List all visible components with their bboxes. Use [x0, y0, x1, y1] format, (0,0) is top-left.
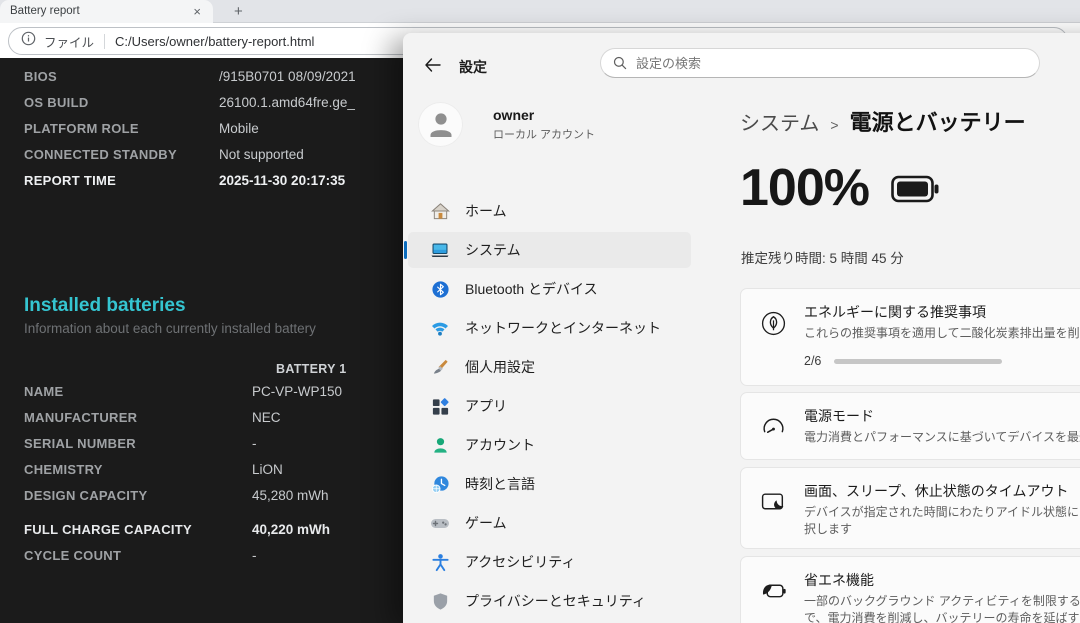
battery-percent: 100% [740, 159, 870, 217]
card-energy-saver[interactable]: 省エネ機能 一部のバックグラウンド アクティビティを制限すること で、電力消費を… [740, 556, 1080, 623]
new-tab-icon[interactable]: + [227, 2, 250, 21]
avatar [418, 101, 463, 147]
breadcrumb: システム > 電源とバッテリー [740, 105, 1026, 137]
user-icon [430, 113, 451, 137]
battery-full-icon [891, 175, 939, 208]
settings-sidebar: ホーム システム Bluetooth とデバイス ネットワークとインターネット … [403, 190, 703, 622]
back-button[interactable] [417, 53, 447, 77]
account-header[interactable]: owner ローカル アカウント [418, 99, 698, 149]
time-remaining: 推定残り時間: 5 時間 45 分 [741, 251, 904, 266]
page-info-icon[interactable] [21, 31, 36, 51]
screen: Battery report × + ファイル C:/Users/owner/b… [0, 0, 1080, 623]
tab-title: Battery report [10, 5, 80, 17]
accessibility-icon [430, 552, 450, 572]
sidebar-item-privacy-security[interactable]: プライバシーとセキュリティ [408, 583, 691, 619]
home-icon [430, 201, 450, 221]
settings-window: 設定 owner ローカル アカウント ホーム [403, 33, 1080, 623]
time-language-icon [430, 474, 450, 494]
gamepad-icon [430, 513, 450, 533]
sidebar-item-time-language[interactable]: 時刻と言語 [408, 466, 691, 502]
breadcrumb-separator-icon: > [830, 117, 839, 133]
card-energy-recommendations[interactable]: エネルギーに関する推奨事項 これらの推奨事項を適用して二酸化炭素排出量を削減 2… [740, 288, 1080, 386]
address-url: C:/Users/owner/battery-report.html [115, 33, 315, 49]
sidebar-item-home[interactable]: ホーム [408, 193, 691, 229]
sidebar-item-personalization[interactable]: 個人用設定 [408, 349, 691, 385]
sidebar-item-gaming[interactable]: ゲーム [408, 505, 691, 541]
breadcrumb-system[interactable]: システム [740, 107, 819, 136]
energy-progress: 2/6 [804, 354, 1080, 368]
tab-close-icon[interactable]: × [189, 4, 205, 19]
system-icon [430, 240, 450, 260]
bluetooth-icon [430, 279, 450, 299]
sidebar-item-accessibility[interactable]: アクセシビリティ [408, 544, 691, 580]
browser-tab[interactable]: Battery report × [0, 0, 213, 23]
apps-icon [430, 396, 450, 416]
leaf-icon [760, 310, 788, 385]
page-title: 電源とバッテリー [849, 110, 1026, 135]
sidebar-item-accounts[interactable]: アカウント [408, 427, 691, 463]
sidebar-item-apps[interactable]: アプリ [408, 388, 691, 424]
address-divider [104, 33, 106, 49]
card-power-mode[interactable]: 電源モード 電力消費とパフォーマンスに基づいてデバイスを最適化 [740, 392, 1080, 460]
wifi-icon [430, 318, 450, 338]
gauge-icon [760, 414, 788, 459]
sidebar-item-bluetooth-devices[interactable]: Bluetooth とデバイス [408, 271, 691, 307]
card-screen-sleep-timeouts[interactable]: 画面、スリープ、休止状態のタイムアウト デバイスが指定された時間にわたりアイドル… [740, 467, 1080, 549]
screen-moon-icon [760, 489, 788, 548]
sidebar-item-system[interactable]: システム [404, 232, 691, 268]
search-icon [613, 56, 627, 70]
address-scheme-label: ファイル [44, 35, 95, 50]
settings-main-pane: システム > 電源とバッテリー 100% 推定残り時間: 5 時間 45 分 エ… [740, 33, 1080, 623]
paintbrush-icon [430, 357, 450, 377]
energy-saver-icon [760, 578, 788, 623]
settings-title: 設定 [459, 59, 487, 75]
battery-status: 100% [740, 158, 939, 218]
progress-track [834, 358, 1003, 364]
selected-indicator [404, 241, 407, 259]
shield-icon [430, 591, 450, 611]
browser-tab-strip: Battery report × + [0, 0, 1080, 23]
accounts-icon [430, 435, 450, 455]
progress-label: 2/6 [804, 354, 822, 369]
account-type: ローカル アカウント [493, 128, 596, 141]
account-name: owner [493, 106, 535, 123]
sidebar-item-network-internet[interactable]: ネットワークとインターネット [408, 310, 691, 346]
